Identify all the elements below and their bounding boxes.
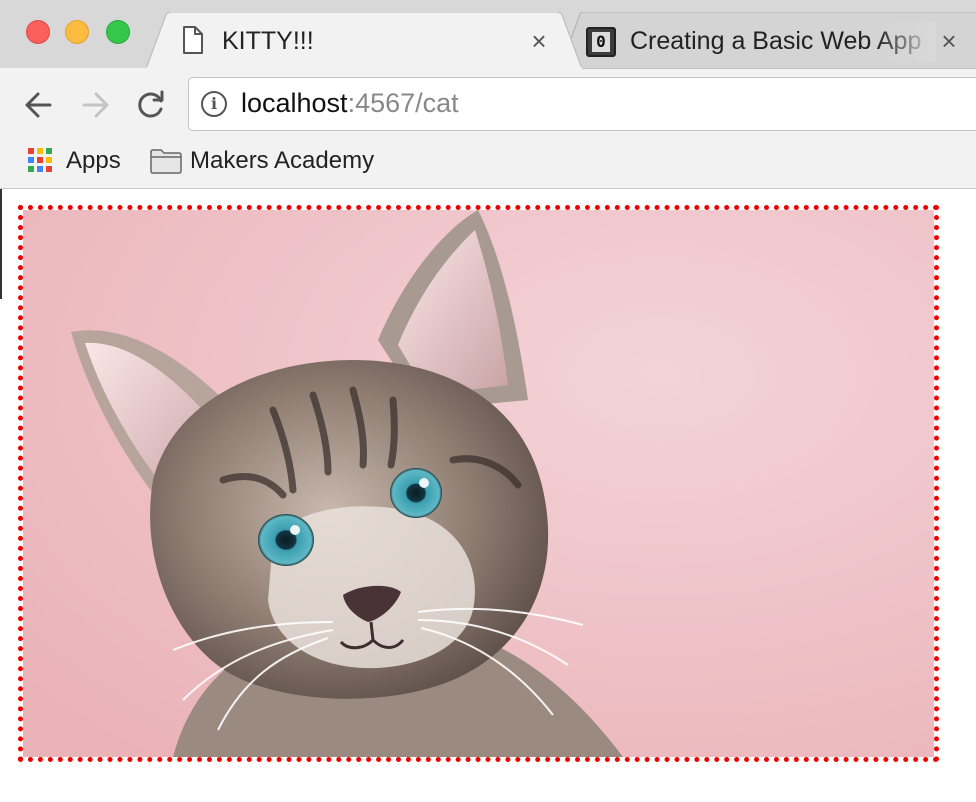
info-icon[interactable]: i: [201, 91, 227, 117]
kitten-image: [23, 210, 934, 757]
window-minimize-button[interactable]: [65, 20, 89, 44]
tab-kitty[interactable]: KITTY!!! ×: [146, 12, 582, 69]
folder-icon: [150, 149, 182, 174]
tab-title-fade: [876, 22, 936, 62]
reload-icon[interactable]: [134, 88, 168, 122]
bookmarks-bar: Apps Makers Academy: [0, 138, 976, 182]
window-maximize-button[interactable]: [106, 20, 130, 44]
close-icon[interactable]: ×: [526, 28, 552, 54]
window-edge: [0, 189, 2, 299]
site-favicon-icon: 0: [586, 27, 616, 57]
apps-grid-icon: [28, 148, 54, 174]
close-icon[interactable]: ×: [936, 28, 962, 54]
page-icon: [183, 26, 203, 54]
tab-creating-basic-web-app[interactable]: 0 Creating a Basic Web App ×: [560, 12, 976, 69]
url-path: :4567/cat: [347, 88, 459, 118]
browser-chrome: 0 Creating a Basic Web App × KITTY!!! ×: [0, 0, 976, 189]
browser-toolbar: i localhost:4567/cat Apps Makers Academy: [0, 68, 976, 189]
kitten-image-frame: [18, 205, 939, 762]
bookmark-label: Apps: [66, 147, 121, 174]
back-arrow-icon[interactable]: [22, 88, 56, 122]
url-host: localhost: [241, 88, 348, 118]
tab-strip: 0 Creating a Basic Web App × KITTY!!! ×: [0, 0, 976, 69]
forward-arrow-icon[interactable]: [78, 88, 112, 122]
tab-title: KITTY!!!: [222, 27, 314, 55]
window-close-button[interactable]: [26, 20, 50, 44]
url-text[interactable]: localhost:4567/cat: [241, 88, 459, 119]
address-bar[interactable]: i localhost:4567/cat: [188, 77, 976, 131]
page-content: [0, 189, 976, 802]
bookmark-label: Makers Academy: [190, 147, 375, 174]
